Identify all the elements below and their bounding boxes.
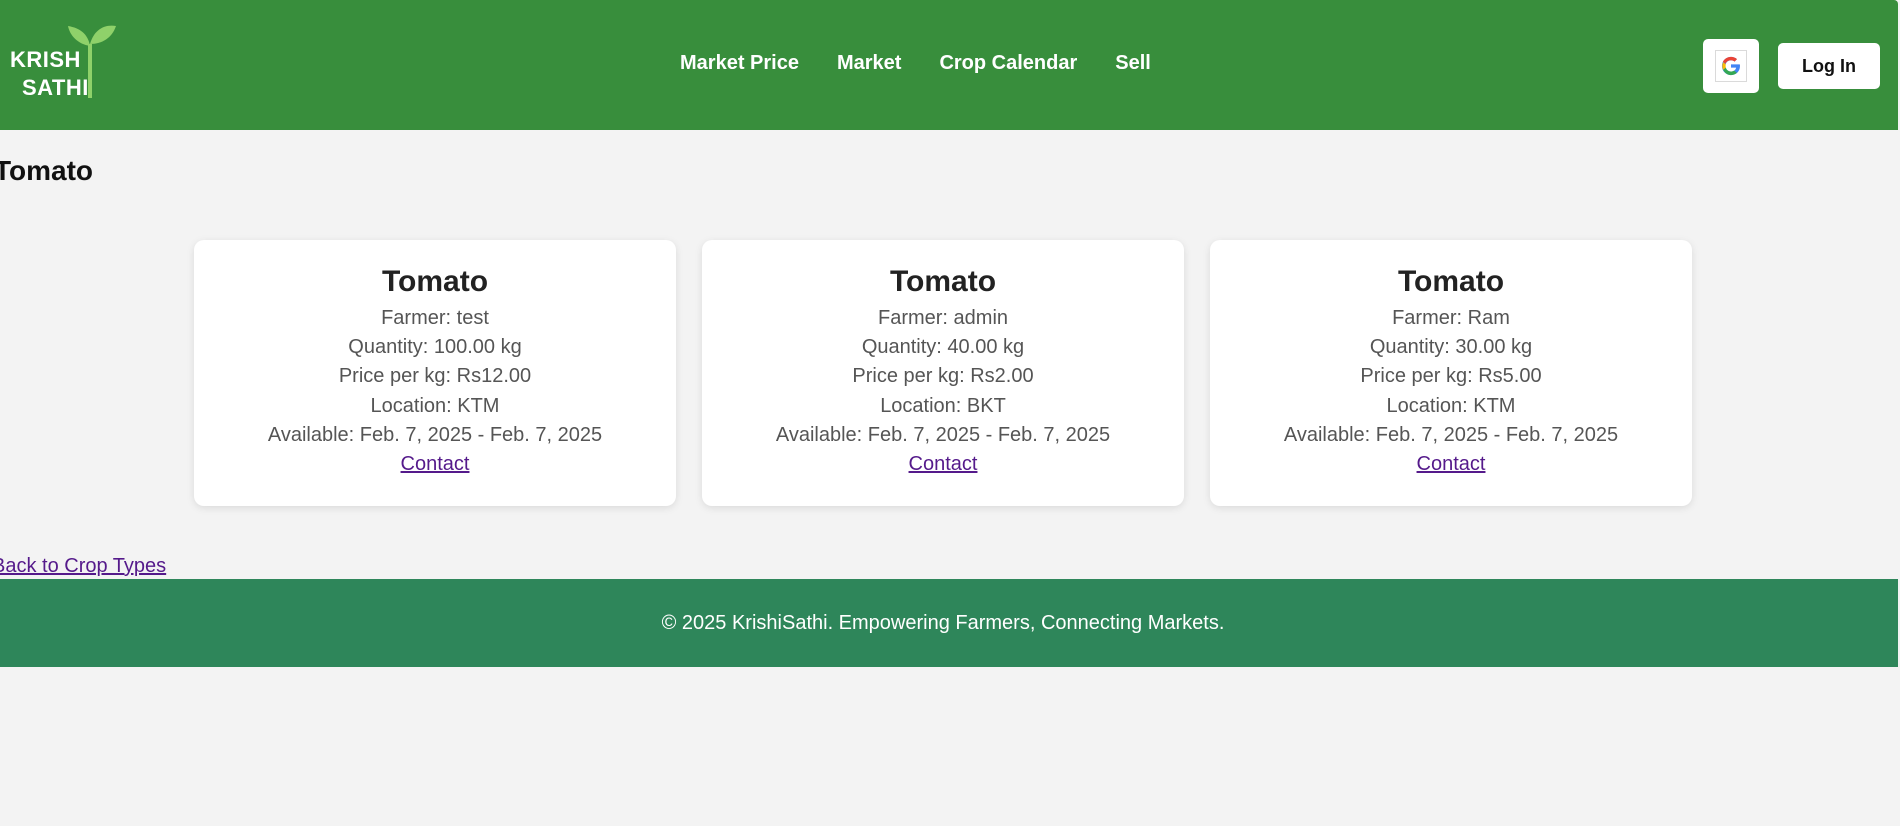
nav-crop-calendar[interactable]: Crop Calendar: [939, 52, 1077, 75]
card-location: Location: KTM: [1386, 394, 1516, 417]
card-availability: Available: Feb. 7, 2025 - Feb. 7, 2025: [775, 423, 1111, 446]
login-button[interactable]: Log In: [1778, 43, 1880, 89]
card-crop-name: Tomato: [1397, 265, 1505, 298]
logo-text-line2: SATHI: [22, 75, 89, 100]
card-quantity: Quantity: 40.00 kg: [861, 336, 1025, 359]
card-location: Location: BKT: [880, 394, 1006, 417]
krishisathi-logo[interactable]: KRISH SATHI: [8, 22, 116, 102]
main-nav: Market Price Market Crop Calendar Sell: [680, 52, 1151, 75]
nav-market-price[interactable]: Market Price: [680, 52, 799, 75]
card-price: Price per kg: Rs2.00: [852, 365, 1034, 388]
listing-card: Tomato Farmer: test Quantity: 100.00 kg …: [194, 240, 676, 506]
logo-text-line1: KRISH: [10, 47, 81, 72]
card-price: Price per kg: Rs12.00: [338, 365, 532, 388]
footer-text: © 2025 KrishiSathi. Empowering Farmers, …: [661, 611, 1225, 634]
google-login-button[interactable]: [1703, 39, 1759, 93]
back-to-crop-types-link[interactable]: Back to Crop Types: [0, 555, 166, 578]
card-farmer: Farmer: admin: [877, 307, 1009, 329]
card-price: Price per kg: Rs5.00: [1360, 365, 1542, 388]
contact-link[interactable]: Contact: [1417, 450, 1486, 479]
navbar: KRISH SATHI Market Price Market Crop Cal…: [0, 0, 1898, 130]
contact-link[interactable]: Contact: [909, 450, 978, 479]
listing-card: Tomato Farmer: Ram Quantity: 30.00 kg Pr…: [1210, 240, 1692, 506]
card-availability: Available: Feb. 7, 2025 - Feb. 7, 2025: [267, 423, 603, 446]
card-quantity: Quantity: 100.00 kg: [348, 336, 522, 359]
card-availability: Available: Feb. 7, 2025 - Feb. 7, 2025: [1283, 423, 1619, 446]
listing-cards: Tomato Farmer: test Quantity: 100.00 kg …: [0, 240, 1900, 506]
listing-card: Tomato Farmer: admin Quantity: 40.00 kg …: [702, 240, 1184, 506]
card-farmer: Farmer: test: [381, 307, 489, 329]
contact-link[interactable]: Contact: [401, 450, 470, 479]
footer: © 2025 KrishiSathi. Empowering Farmers, …: [0, 579, 1898, 667]
card-farmer: Farmer: Ram: [1392, 307, 1510, 329]
google-icon: [1715, 50, 1747, 82]
page-title: Tomato: [0, 155, 94, 186]
nav-sell[interactable]: Sell: [1115, 52, 1151, 75]
nav-market[interactable]: Market: [837, 52, 901, 75]
card-crop-name: Tomato: [889, 265, 997, 298]
card-crop-name: Tomato: [381, 265, 489, 298]
card-quantity: Quantity: 30.00 kg: [1369, 336, 1533, 359]
card-location: Location: KTM: [370, 394, 500, 417]
